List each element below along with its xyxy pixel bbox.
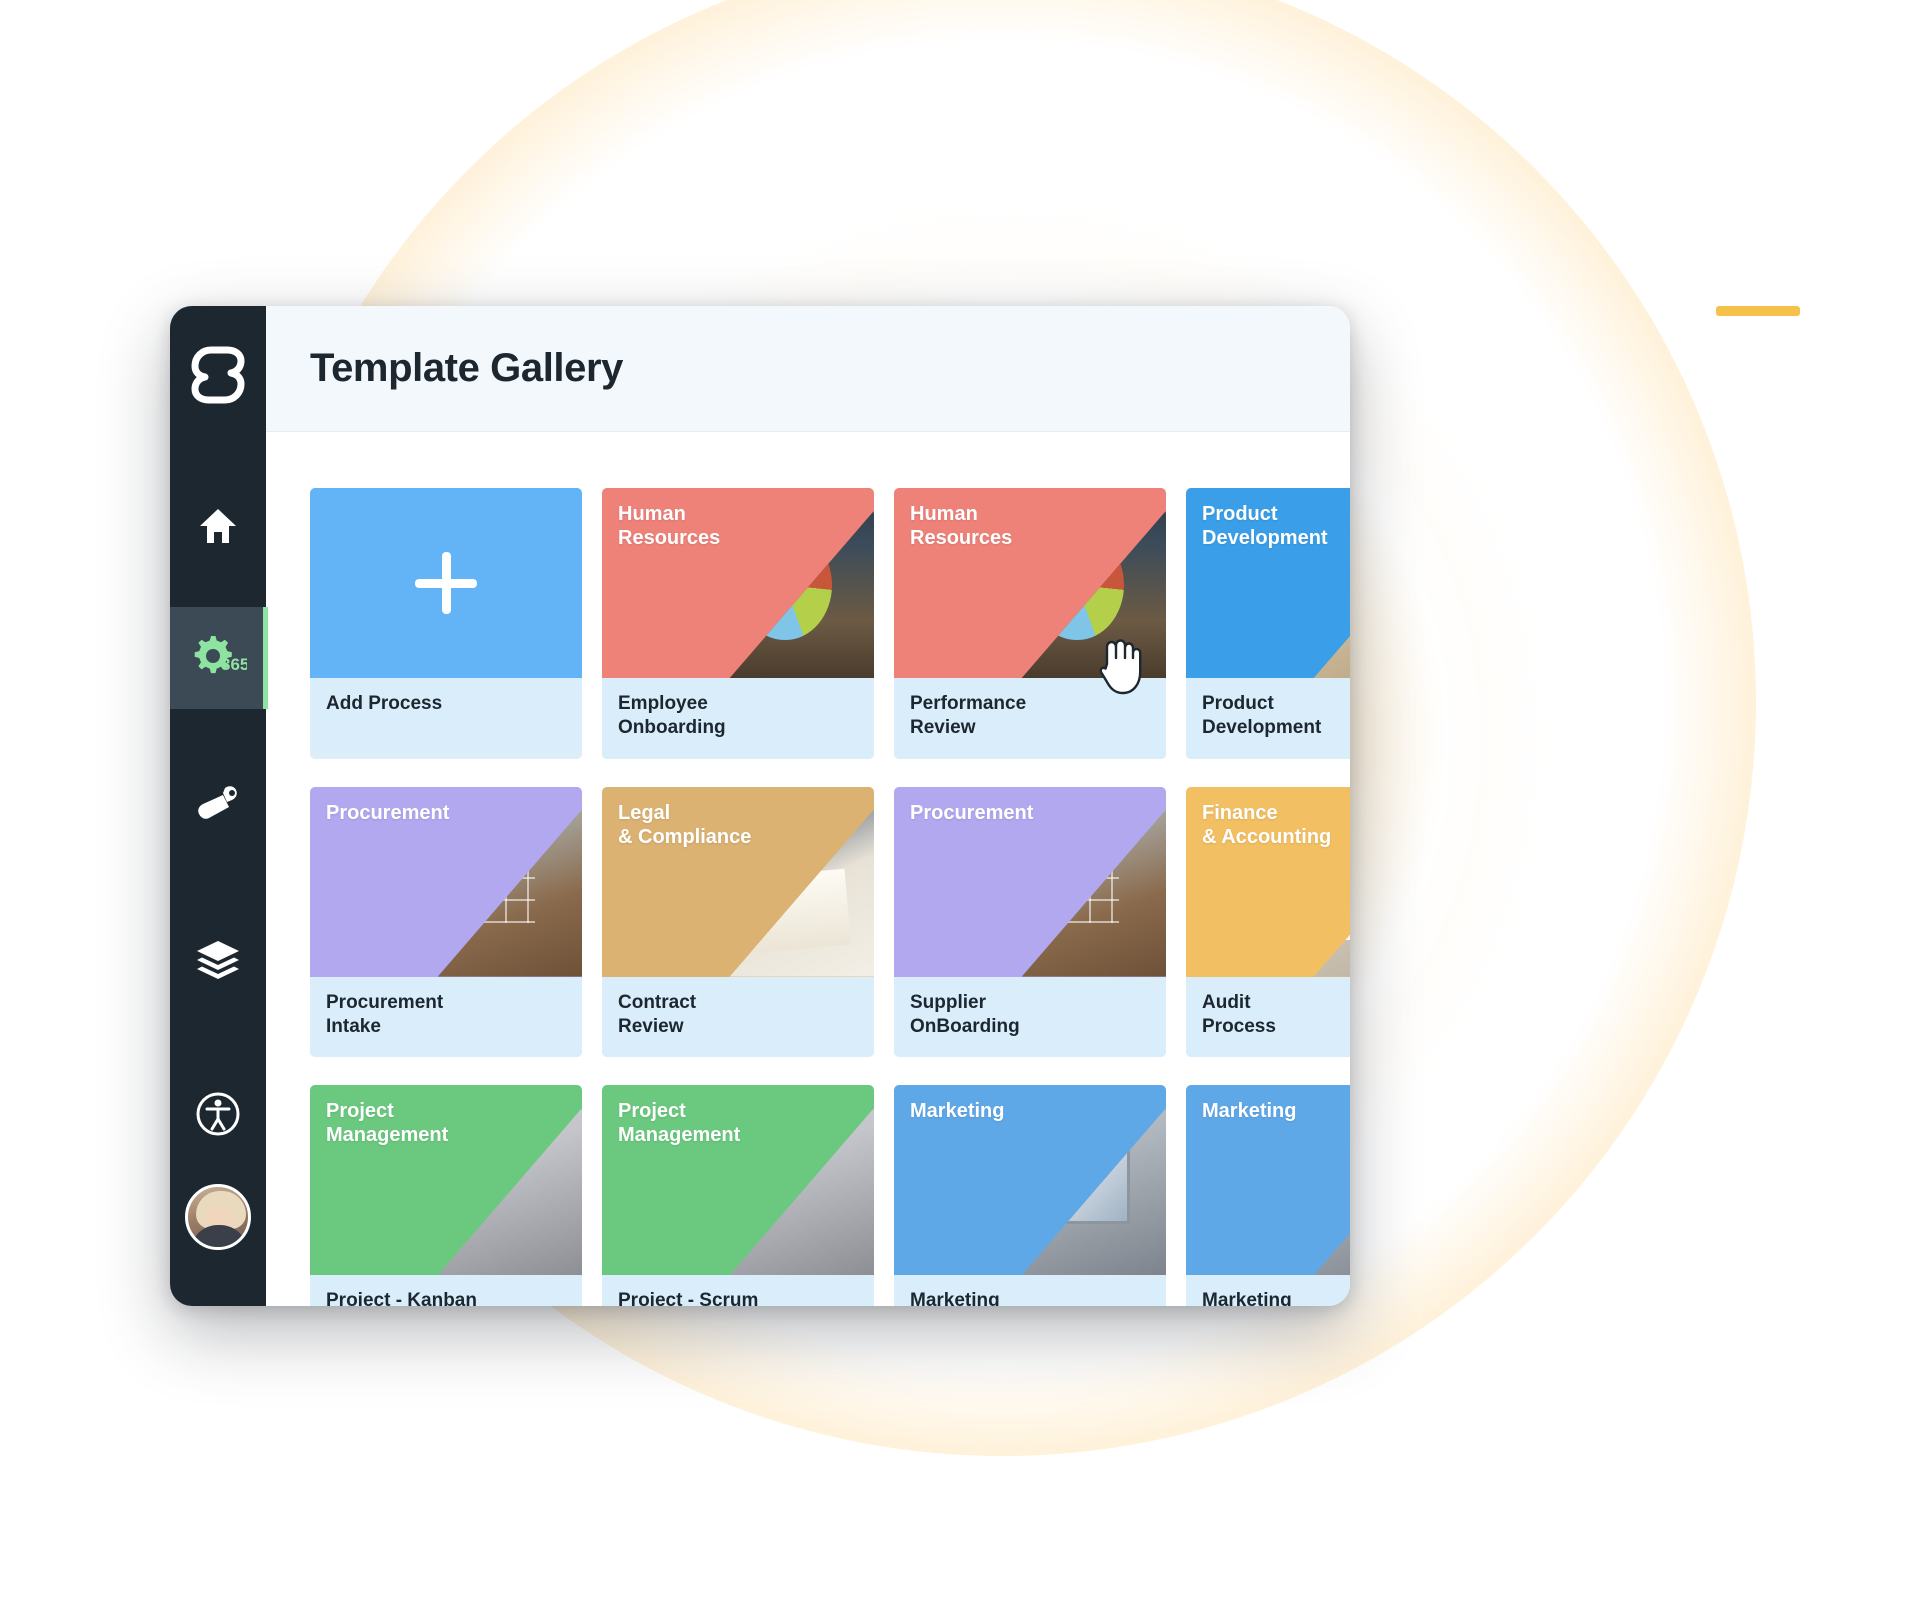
card-title: Project - Kanban bbox=[310, 1275, 582, 1306]
card-category-label: Marketing bbox=[1202, 1100, 1297, 1123]
home-icon bbox=[200, 509, 236, 543]
page-title: Template Gallery bbox=[310, 346, 623, 390]
accessibility-icon bbox=[196, 1092, 240, 1136]
paintbrush-icon bbox=[198, 786, 237, 819]
card-media: Legal & Compliance bbox=[602, 786, 874, 977]
card-category-label: Project Management bbox=[326, 1100, 449, 1147]
template-card-marketing-campaign[interactable]: Marketing Marketing Campaign bbox=[1186, 1085, 1350, 1306]
sidebar: 365 bbox=[170, 306, 268, 1306]
card-media: Procurement bbox=[894, 786, 1166, 977]
card-category-label: Legal & Compliance bbox=[618, 801, 752, 848]
card-title: Procurement Intake bbox=[310, 976, 582, 1058]
main-content: Template Gallery Add Process Human Resour… bbox=[266, 306, 1350, 1306]
card-media: Procurement bbox=[310, 786, 582, 977]
layers-icon bbox=[197, 941, 239, 979]
card-media: Project Management bbox=[310, 1085, 582, 1276]
window-accent-bar bbox=[1716, 306, 1800, 316]
card-media: Human Resources bbox=[602, 488, 874, 678]
card-category-label: Finance & Accounting bbox=[1202, 801, 1332, 848]
template-card-supplier-onboarding[interactable]: Procurement Supplier OnBoarding bbox=[894, 786, 1166, 1058]
sidebar-item-processes-365[interactable]: 365 bbox=[170, 607, 268, 709]
gear-365-icon: 365 bbox=[194, 636, 247, 674]
card-title: Add Process bbox=[310, 678, 582, 752]
card-title: Product Development bbox=[1186, 678, 1350, 759]
card-media: Project Management bbox=[602, 1085, 874, 1276]
template-card-project-scrum[interactable]: Project Management Project - Scrum bbox=[602, 1085, 874, 1306]
template-card-procurement-intake[interactable]: Procurement Procurement Intake bbox=[310, 786, 582, 1058]
s-logo-icon bbox=[191, 346, 245, 404]
card-title: Project - Scrum bbox=[602, 1275, 874, 1306]
template-card-project-kanban[interactable]: Project Management Project - Kanban bbox=[310, 1085, 582, 1306]
sidebar-item-layers[interactable] bbox=[170, 909, 266, 1011]
card-title: Marketing Event bbox=[894, 1275, 1166, 1306]
template-card-contract-review[interactable]: Legal & Compliance Contract Review bbox=[602, 786, 874, 1058]
card-category-label: Project Management bbox=[618, 1100, 741, 1147]
sidebar-badge-365: 365 bbox=[221, 655, 247, 674]
card-category-label: Human Resources bbox=[910, 503, 1013, 549]
card-title: Audit Process bbox=[1186, 976, 1350, 1058]
card-category-label: Procurement bbox=[326, 801, 450, 824]
card-media: Marketing bbox=[1186, 1085, 1350, 1276]
template-grid: Add Process Human Resources Employee Onboa… bbox=[310, 488, 1350, 1306]
card-category-label: Procurement bbox=[910, 801, 1034, 824]
sidebar-item-design[interactable] bbox=[170, 755, 266, 857]
sidebar-item-accessibility[interactable] bbox=[170, 1063, 266, 1165]
card-media: Finance & Accounting bbox=[1186, 786, 1350, 977]
card-title: Contract Review bbox=[602, 976, 874, 1058]
card-media: Marketing bbox=[894, 1085, 1166, 1276]
card-category-label: Marketing bbox=[910, 1100, 1005, 1123]
card-media bbox=[310, 488, 582, 678]
template-card-product-development[interactable]: Product Development Product Development bbox=[1186, 488, 1350, 759]
sidebar-item-home[interactable] bbox=[170, 475, 266, 577]
avatar-wrapper bbox=[185, 1184, 251, 1250]
card-title: Marketing Campaign bbox=[1186, 1275, 1350, 1306]
app-logo[interactable] bbox=[191, 346, 245, 409]
plus-icon bbox=[415, 552, 477, 614]
avatar-body bbox=[190, 1225, 248, 1247]
card-media: Product Development bbox=[1186, 488, 1350, 678]
avatar[interactable] bbox=[185, 1184, 251, 1250]
template-card-performance-review[interactable]: Human Resources Performance Review bbox=[894, 488, 1166, 759]
topbar: Template Gallery bbox=[266, 306, 1350, 432]
card-title: Supplier OnBoarding bbox=[894, 976, 1166, 1058]
card-title: Performance Review bbox=[894, 678, 1166, 759]
template-card-marketing-event[interactable]: Marketing Marketing Event bbox=[894, 1085, 1166, 1306]
template-card-audit-process[interactable]: Finance & Accounting Audit Process bbox=[1186, 786, 1350, 1058]
card-category-label: Human Resources bbox=[618, 503, 721, 549]
template-card-employee-onboarding[interactable]: Human Resources Employee Onboarding bbox=[602, 488, 874, 759]
card-category-label: Product Development bbox=[1202, 503, 1328, 549]
template-card-add-process[interactable]: Add Process bbox=[310, 488, 582, 759]
card-title: Employee Onboarding bbox=[602, 678, 874, 759]
card-media: Human Resources bbox=[894, 488, 1166, 678]
app-window: 365 Template Gallery Add Process Human R… bbox=[170, 306, 1350, 1306]
template-gallery: Add Process Human Resources Employee Onboa… bbox=[266, 432, 1350, 1306]
